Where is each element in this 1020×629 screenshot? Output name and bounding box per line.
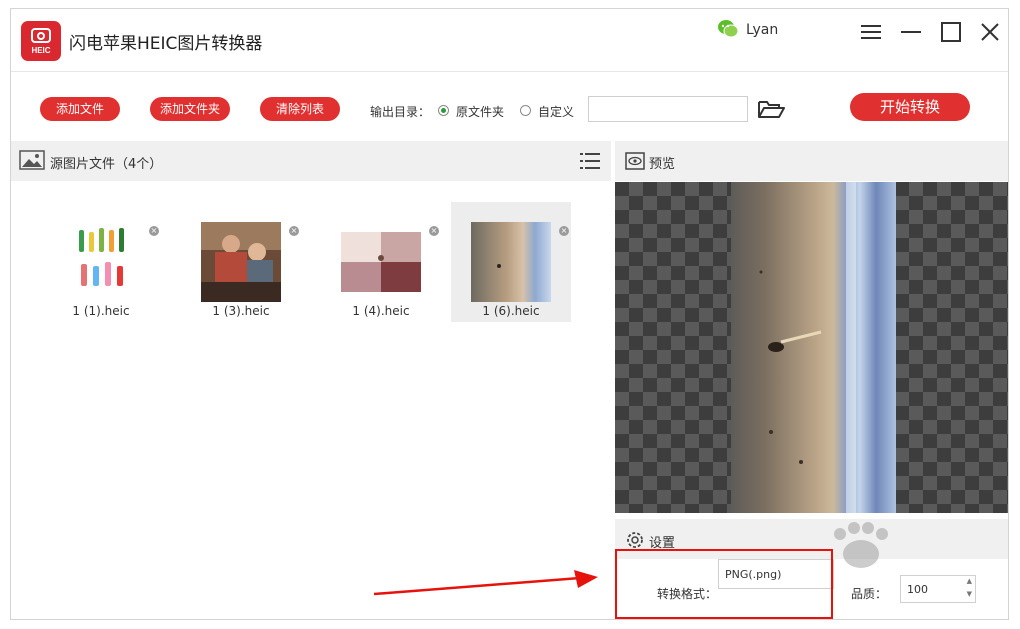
- preview-image: [731, 182, 896, 513]
- output-dir-label: 输出目录：: [370, 105, 431, 119]
- wechat-icon[interactable]: [717, 18, 739, 40]
- toolbar: 添加文件 添加文件夹 清除列表 输出目录： 原文件夹 自定义 开始转换: [11, 71, 1008, 141]
- annotation-arrow-icon: [373, 570, 598, 596]
- remove-file-icon[interactable]: ×: [289, 226, 299, 236]
- app-title: 闪电苹果HEIC图片转换器: [69, 34, 263, 54]
- radio-source-folder-label[interactable]: 原文件夹: [456, 103, 504, 120]
- clear-list-button[interactable]: 清除列表: [260, 97, 340, 121]
- minimize-icon[interactable]: [898, 19, 924, 45]
- file-item[interactable]: × 1 (3).heic: [181, 202, 301, 322]
- close-icon[interactable]: [977, 19, 1003, 45]
- preview-area: [615, 182, 1008, 513]
- title-bar: HEIC 闪电苹果HEIC图片转换器 Lyan: [11, 9, 1008, 72]
- remove-file-icon[interactable]: ×: [149, 226, 159, 236]
- start-convert-button[interactable]: 开始转换: [850, 93, 970, 121]
- file-item[interactable]: × 1 (4).heic: [321, 202, 441, 322]
- gear-icon: [627, 532, 643, 548]
- app-logo: HEIC: [21, 21, 61, 61]
- radio-custom[interactable]: [520, 105, 531, 116]
- file-thumbnail: [341, 222, 421, 302]
- radio-custom-label[interactable]: 自定义: [538, 103, 574, 120]
- preview-header: 预览: [615, 141, 1008, 181]
- file-thumbnail: [471, 222, 551, 302]
- radio-source-folder[interactable]: [438, 105, 449, 116]
- baidu-watermark: [780, 514, 980, 614]
- file-name: 1 (1).heic: [72, 304, 130, 318]
- eye-icon: [625, 152, 645, 170]
- folder-open-icon[interactable]: [757, 98, 785, 120]
- file-list-header: 源图片文件（4个）: [11, 141, 611, 181]
- maximize-icon[interactable]: [938, 19, 964, 45]
- file-list-title: 源图片文件（4个）: [50, 157, 163, 172]
- file-name: 1 (4).heic: [352, 304, 410, 318]
- app-logo-text: HEIC: [31, 46, 51, 55]
- remove-file-icon[interactable]: ×: [559, 226, 569, 236]
- output-path-input[interactable]: [588, 96, 748, 122]
- list-view-icon[interactable]: [579, 150, 601, 172]
- file-name: 1 (3).heic: [212, 304, 270, 318]
- menu-icon[interactable]: [858, 19, 884, 45]
- camera-icon: [31, 28, 51, 43]
- file-thumbnail: [201, 222, 281, 302]
- preview-title: 预览: [649, 157, 676, 172]
- add-file-button[interactable]: 添加文件: [40, 97, 120, 121]
- paw-icon: [834, 522, 888, 568]
- file-thumbnail: [61, 222, 141, 302]
- file-item[interactable]: × 1 (1).heic: [41, 202, 161, 322]
- file-item[interactable]: × 1 (6).heic: [451, 202, 571, 322]
- file-name: 1 (6).heic: [482, 304, 540, 318]
- image-icon: [19, 150, 45, 170]
- username[interactable]: Lyan: [746, 22, 778, 38]
- add-folder-button[interactable]: 添加文件夹: [150, 97, 230, 121]
- remove-file-icon[interactable]: ×: [429, 226, 439, 236]
